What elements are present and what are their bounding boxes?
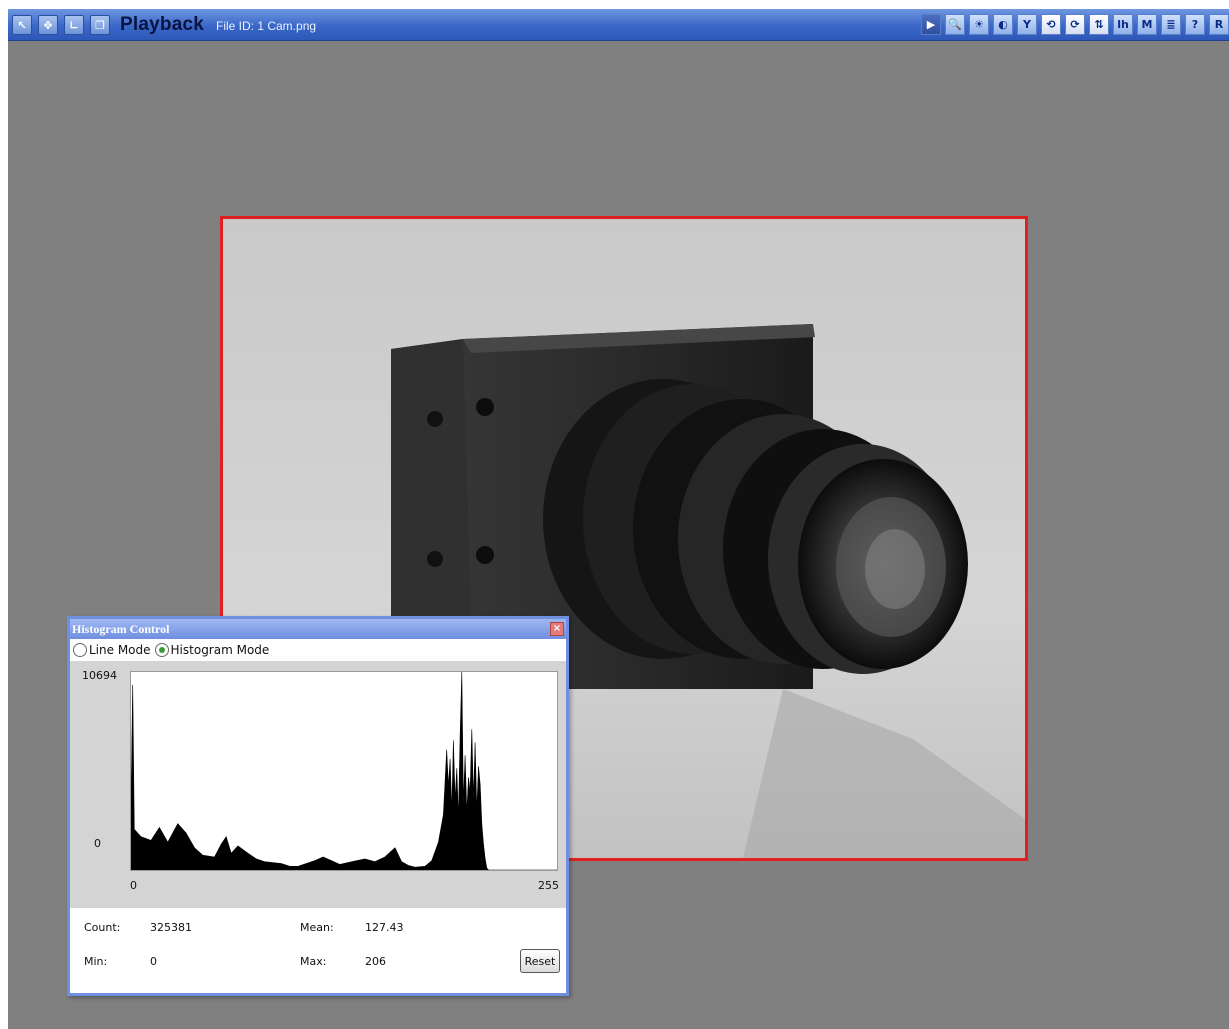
y-max-label: 10694: [82, 669, 117, 682]
histogram-stats: Count: 325381 Mean: 127.43 Min: 0 Max: 2…: [70, 909, 566, 993]
contrast-icon[interactable]: ◐: [993, 14, 1013, 35]
max-label: Max:: [300, 955, 327, 968]
app-title: Playback: [120, 14, 204, 35]
line-mode-option[interactable]: Line Mode: [73, 643, 151, 657]
line-mode-label: Line Mode: [89, 643, 151, 657]
playback-window: ↖ ✥ ∟ ❐ Playback File ID: 1 Cam.png ▶ 🔍 ☀ ◐…: [8, 9, 1229, 1029]
zoom-icon[interactable]: 🔍: [945, 14, 965, 35]
histogram-plot-area: 10694 0 0 255: [70, 661, 566, 908]
y-min-label: 0: [94, 837, 101, 850]
help-icon[interactable]: ?: [1185, 14, 1205, 35]
toolbar-right-group: ▶ 🔍 ☀ ◐ Y ⟲ ⟳ ⇅ lh M ≣? R: [921, 14, 1229, 35]
histogram-canvas: [130, 671, 558, 871]
x-max-label: 255: [538, 879, 559, 892]
toolbar: ↖ ✥ ∟ ❐ Playback File ID: 1 Cam.png ▶ 🔍 ☀ ◐…: [8, 9, 1229, 41]
histogram-dialog: Histogram Control × Line Mode Histogram …: [67, 616, 569, 996]
reset-button[interactable]: Reset: [520, 949, 560, 973]
min-label: Min:: [84, 955, 108, 968]
histogram-mode-radio[interactable]: [154, 643, 169, 657]
count-label: Count:: [84, 921, 121, 934]
rotate-right-icon[interactable]: ⟳: [1065, 14, 1085, 35]
dialog-title: Histogram Control: [72, 622, 170, 636]
dialog-title-bar[interactable]: Histogram Control ×: [70, 619, 566, 639]
histogram-chart: [130, 671, 557, 871]
measure-icon[interactable]: M: [1137, 14, 1157, 35]
mean-value: 127.43: [365, 921, 404, 934]
file-id-label: File ID: 1 Cam.png: [216, 19, 317, 33]
x-min-label: 0: [130, 879, 137, 892]
count-value: 325381: [150, 921, 192, 934]
toolbar-left-group: ↖ ✥ ∟ ❐ Playback File ID: 1 Cam.png: [12, 14, 316, 36]
histogram-series: [130, 671, 557, 871]
mean-label: Mean:: [300, 921, 334, 934]
filter-icon[interactable]: Y: [1017, 14, 1037, 35]
histogram-mode-option[interactable]: Histogram Mode: [154, 643, 270, 657]
move-crosshair-icon[interactable]: ✥: [38, 15, 58, 35]
select-arrow-icon[interactable]: ↖: [12, 15, 32, 35]
record-icon[interactable]: R: [1209, 14, 1229, 35]
histogram-mode-label: Histogram Mode: [170, 643, 270, 657]
mode-selector: Line Mode Histogram Mode: [70, 639, 566, 661]
axes-icon[interactable]: ∟: [64, 15, 84, 35]
close-button[interactable]: ×: [550, 622, 564, 636]
window-icon[interactable]: ❐: [90, 15, 110, 35]
flip-icon[interactable]: ⇅: [1089, 14, 1109, 35]
list-icon[interactable]: ≣: [1161, 14, 1181, 35]
line-mode-radio[interactable]: [73, 643, 87, 657]
brightness-icon[interactable]: ☀: [969, 14, 989, 35]
histogram-icon[interactable]: lh: [1113, 14, 1133, 35]
rotate-left-icon[interactable]: ⟲: [1041, 14, 1061, 35]
play-icon[interactable]: ▶: [921, 14, 941, 35]
max-value: 206: [365, 955, 386, 968]
min-value: 0: [150, 955, 157, 968]
